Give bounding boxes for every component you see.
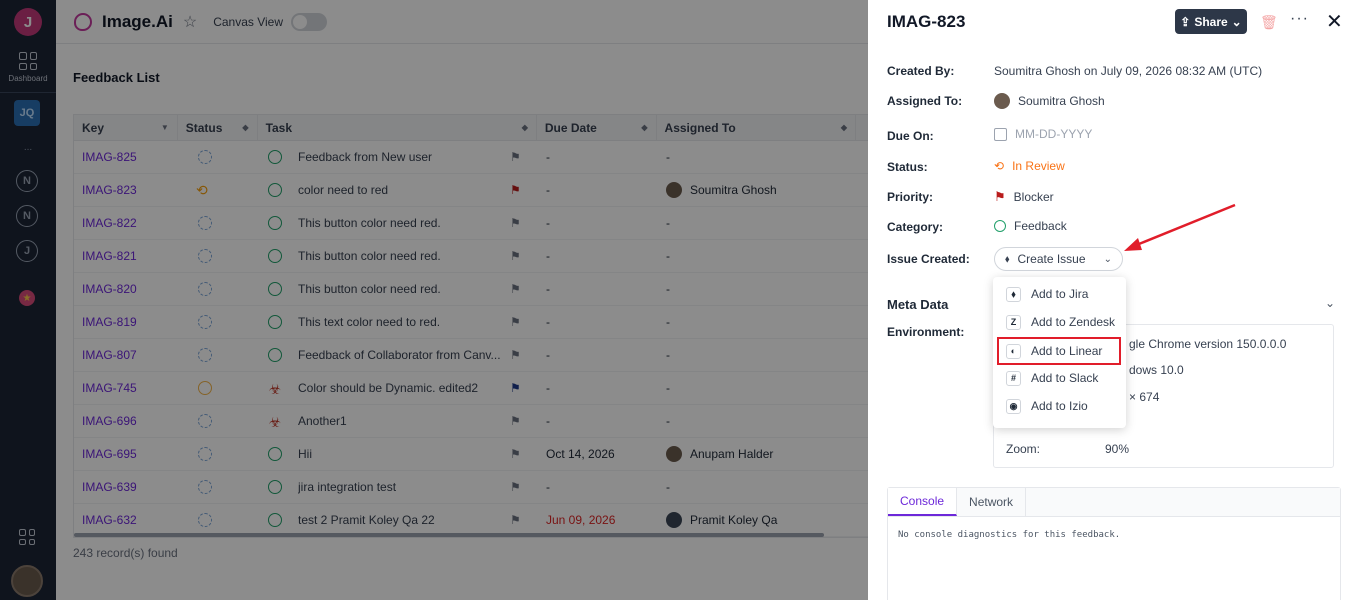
modal-backdrop[interactable] (0, 0, 868, 600)
create-issue-button[interactable]: ⬧ Create Issue ⌄ (994, 247, 1123, 271)
jira-icon: ⬧ (1006, 286, 1021, 302)
created-by-label: Created By: (887, 64, 955, 78)
more-options-icon[interactable]: ··· (1290, 10, 1309, 28)
diagnostics-tabs: Console Network (888, 488, 1340, 517)
menu-item-label: Add to Slack (1031, 371, 1099, 385)
priority-text: Blocker (1013, 190, 1054, 204)
arrow-head (1124, 238, 1142, 251)
due-date-field[interactable]: MM-DD-YYYY (994, 127, 1092, 141)
environment-label: Environment: (887, 325, 965, 339)
env-zoom: Zoom: 90% (1006, 442, 1129, 456)
assignee-avatar (994, 93, 1010, 109)
chevron-down-icon: ⌄ (1231, 14, 1242, 29)
slack-icon: # (1006, 370, 1021, 386)
menu-item-slack[interactable]: # Add to Slack (993, 364, 1126, 392)
due-date-placeholder: MM-DD-YYYY (1015, 127, 1093, 141)
console-message: No console diagnostics for this feedback… (898, 530, 1121, 540)
menu-item-jira[interactable]: ⬧ Add to Jira (993, 280, 1126, 308)
meta-data-title: Meta Data (887, 297, 949, 312)
menu-item-zendesk[interactable]: Z Add to Zendesk (993, 308, 1126, 336)
panel-title: IMAG-823 (887, 12, 966, 31)
chevron-down-icon: ⌄ (1103, 253, 1112, 265)
menu-item-label: Add to Izio (1031, 399, 1088, 413)
share-button[interactable]: ⇪ Share ⌄ (1175, 9, 1247, 34)
chevron-down-icon[interactable]: ⌄ (1325, 296, 1335, 310)
menu-item-label: Add to Jira (1031, 287, 1089, 301)
flag-icon: ⚑ (994, 189, 1006, 204)
status-label: Status: (887, 160, 928, 174)
zoom-value: 90% (1105, 442, 1130, 456)
in-review-icon: ⟲ (994, 159, 1005, 173)
menu-item-linear[interactable]: ◐ Add to Linear (997, 337, 1121, 365)
feedback-icon (994, 220, 1006, 232)
status-text: In Review (1012, 159, 1065, 173)
assigned-to-label: Assigned To: (887, 94, 963, 108)
annotation-arrow (1124, 203, 1236, 251)
share-icon: ⇪ (1180, 14, 1191, 29)
status-value[interactable]: ⟲ In Review (994, 159, 1065, 173)
delete-icon[interactable]: 🗑 (1260, 14, 1278, 31)
close-icon[interactable]: ✕ (1326, 9, 1343, 34)
create-issue-label: Create Issue (1017, 252, 1086, 266)
menu-item-izio[interactable]: ◉ Add to Izio (993, 392, 1126, 420)
tab-console[interactable]: Console (888, 488, 958, 516)
linear-icon: ◐ (1006, 343, 1021, 359)
zoom-label: Zoom: (1006, 442, 1041, 456)
env-browser: gle Chrome version 150.0.0.0 (1129, 337, 1287, 351)
env-os: dows 10.0 (1129, 363, 1184, 377)
category-text: Feedback (1014, 219, 1067, 233)
assignee-name: Soumitra Ghosh (1018, 94, 1105, 108)
diagnostics-box: Console Network No console diagnostics f… (887, 487, 1341, 600)
panel-header: IMAG-823 ⇪ Share ⌄ 🗑 ··· ✕ (868, 0, 1347, 44)
priority-value[interactable]: ⚑ Blocker (994, 189, 1054, 205)
menu-item-label: Add to Linear (1031, 344, 1103, 358)
assigned-to-value[interactable]: Soumitra Ghosh (994, 93, 1105, 109)
category-value[interactable]: Feedback (994, 219, 1067, 233)
calendar-icon (994, 127, 1007, 141)
share-label: Share (1194, 14, 1228, 29)
category-label: Category: (887, 220, 944, 234)
created-by-value: Soumitra Ghosh on July 09, 2026 08:32 AM… (994, 64, 1263, 78)
issue-created-label: Issue Created: (887, 252, 970, 266)
tab-network[interactable]: Network (957, 488, 1027, 516)
izio-icon: ◉ (1006, 398, 1021, 414)
due-on-label: Due On: (887, 129, 934, 143)
menu-item-label: Add to Zendesk (1031, 315, 1116, 329)
create-issue-menu: ⬧ Add to Jira Z Add to Zendesk ◐ Add to … (993, 277, 1126, 428)
zendesk-icon: Z (1006, 314, 1021, 330)
priority-label: Priority: (887, 190, 934, 204)
env-screen: × 674 (1129, 390, 1160, 404)
arrow-line (1133, 203, 1236, 248)
jira-icon: ⬧ (1005, 253, 1010, 265)
